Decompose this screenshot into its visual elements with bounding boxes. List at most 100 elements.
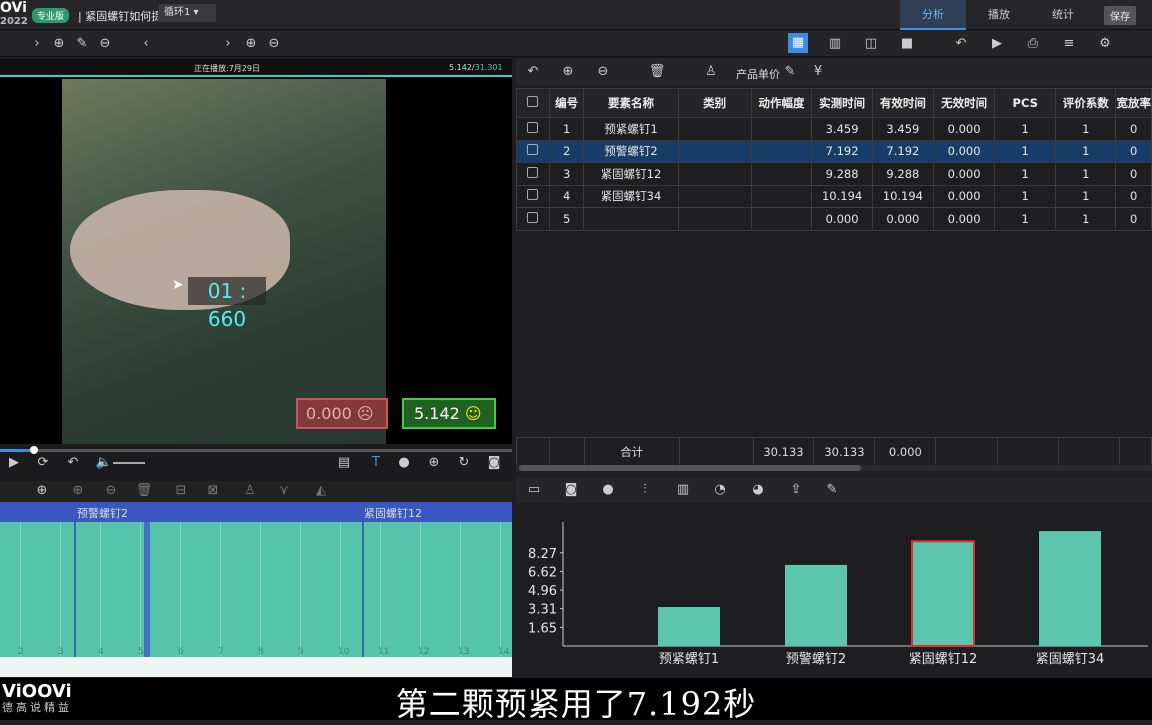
table-cell[interactable]: 0.000 bbox=[872, 207, 934, 231]
table-cell[interactable]: 0 bbox=[1115, 184, 1152, 208]
table-cell[interactable]: 0 bbox=[1115, 139, 1152, 163]
column-header[interactable]: 编号 bbox=[548, 88, 585, 118]
yen-icon[interactable]: ¥ bbox=[808, 59, 828, 85]
product-price-label[interactable]: 产品单价 bbox=[736, 66, 780, 82]
table-cell[interactable]: 0.000 bbox=[932, 162, 996, 186]
table-cell[interactable]: 1 bbox=[994, 184, 1057, 208]
horizontal-scrollbar[interactable] bbox=[516, 465, 1152, 471]
table-cell[interactable]: 7.192 bbox=[872, 139, 934, 163]
camera-icon[interactable]: ◙ bbox=[484, 450, 504, 476]
add-circle-icon[interactable]: ⊕ bbox=[68, 478, 88, 504]
table-cell[interactable] bbox=[750, 139, 813, 163]
table-cell[interactable]: 3 bbox=[548, 162, 585, 186]
upload-icon[interactable]: ⇪ bbox=[786, 477, 806, 503]
loop-select[interactable]: 循环1 ▾ bbox=[158, 4, 216, 22]
gear-icon[interactable]: ⚙ bbox=[1095, 31, 1115, 57]
table-cell[interactable]: 1 bbox=[994, 139, 1057, 163]
table-cell[interactable] bbox=[677, 184, 752, 208]
donut-chart-icon[interactable]: ◕ bbox=[748, 477, 768, 503]
table-cell[interactable] bbox=[677, 139, 752, 163]
menu-icon[interactable]: ≡ bbox=[1059, 31, 1079, 57]
column-header[interactable]: 要素名称 bbox=[583, 88, 679, 118]
table-cell[interactable]: 1 bbox=[1055, 162, 1117, 186]
timeline-scroll[interactable] bbox=[0, 657, 512, 677]
volume-slider[interactable] bbox=[113, 462, 145, 464]
table-cell[interactable]: 0 bbox=[1115, 162, 1152, 186]
bar-chart-icon[interactable]: ▥ bbox=[673, 477, 693, 503]
remove-circle-icon[interactable]: ⊖ bbox=[593, 59, 613, 85]
table-cell[interactable]: 1 bbox=[994, 207, 1057, 231]
checkbox[interactable] bbox=[527, 144, 539, 156]
table-cell[interactable] bbox=[750, 207, 813, 231]
refresh-icon[interactable]: ↻ bbox=[454, 450, 474, 476]
checkbox[interactable] bbox=[527, 189, 539, 201]
layout-grid-icon[interactable]: ▦ bbox=[788, 33, 808, 53]
minus-square-icon[interactable]: ⊟ bbox=[171, 478, 191, 504]
pen-icon[interactable]: ✎ bbox=[780, 59, 800, 85]
layout-split-icon[interactable]: ▥ bbox=[825, 31, 845, 57]
zoom-in-icon[interactable]: ⊕ bbox=[424, 450, 444, 476]
table-cell[interactable] bbox=[677, 207, 752, 231]
back-icon[interactable]: ↶ bbox=[63, 450, 83, 476]
column-header[interactable]: 类别 bbox=[677, 88, 752, 118]
timeline-label[interactable]: 紧固螺钉12 bbox=[364, 505, 422, 521]
document-icon[interactable]: ▤ bbox=[334, 450, 354, 476]
row-select-cell[interactable] bbox=[516, 162, 550, 186]
comment-icon[interactable]: ▭ bbox=[524, 477, 544, 503]
checkbox[interactable] bbox=[527, 166, 539, 178]
text-icon[interactable]: T bbox=[366, 450, 386, 476]
checkbox[interactable] bbox=[527, 121, 539, 133]
add-circle-icon[interactable]: ⊕ bbox=[49, 31, 69, 57]
close-square-icon[interactable]: ⊠ bbox=[203, 478, 223, 504]
save-button[interactable]: 保存 bbox=[1104, 6, 1136, 25]
row-select-cell[interactable] bbox=[516, 184, 550, 208]
zoom-in-icon[interactable]: ⊕ bbox=[32, 478, 52, 504]
table-cell[interactable]: 4 bbox=[548, 184, 585, 208]
table-cell[interactable]: 0.000 bbox=[932, 184, 996, 208]
layout-single-icon[interactable]: ■ bbox=[897, 31, 917, 57]
table-cell[interactable] bbox=[750, 162, 813, 186]
pie-chart-icon[interactable]: ◔ bbox=[710, 477, 730, 503]
chevron-right-icon[interactable]: › bbox=[218, 31, 238, 57]
print-icon[interactable]: ⎙ bbox=[1023, 31, 1043, 57]
microphone-icon[interactable]: ● bbox=[598, 477, 618, 503]
table-cell[interactable] bbox=[677, 117, 752, 141]
table-cell[interactable]: 1 bbox=[994, 162, 1057, 186]
tab-statistics[interactable]: 统计 bbox=[1030, 0, 1096, 30]
timeline-segment-marker[interactable] bbox=[74, 522, 76, 657]
table-row[interactable]: 3 紧固螺钉12 9.288 9.288 0.000 1 1 0 bbox=[516, 162, 1152, 186]
remove-circle-icon[interactable]: ⊖ bbox=[95, 31, 115, 57]
table-cell[interactable]: 0.000 bbox=[932, 207, 996, 231]
chevron-left-icon[interactable]: ‹ bbox=[136, 31, 156, 57]
timeline-label[interactable]: 预警螺钉2 bbox=[77, 505, 128, 521]
timeline-segment-marker[interactable] bbox=[362, 522, 364, 657]
video-icon[interactable]: ▶ bbox=[987, 31, 1007, 57]
select-all-cell[interactable] bbox=[516, 88, 550, 118]
table-row[interactable]: 5 0.000 0.000 0.000 1 1 0 bbox=[516, 207, 1152, 231]
column-header[interactable]: 无效时间 bbox=[932, 88, 996, 118]
row-select-cell[interactable] bbox=[516, 207, 550, 231]
column-header[interactable]: PCS bbox=[994, 88, 1057, 118]
column-header[interactable]: 宽放率 bbox=[1115, 88, 1152, 118]
row-select-cell[interactable] bbox=[516, 139, 550, 163]
table-cell[interactable]: 0.000 bbox=[932, 139, 996, 163]
table-cell[interactable] bbox=[677, 162, 752, 186]
chevron-right-icon[interactable]: › bbox=[27, 31, 47, 57]
table-cell[interactable] bbox=[750, 117, 813, 141]
mirror-icon[interactable]: ◭ bbox=[311, 478, 331, 504]
table-cell[interactable]: 1 bbox=[1055, 207, 1117, 231]
table-cell[interactable]: 1 bbox=[1055, 184, 1117, 208]
add-circle-icon[interactable]: ⊕ bbox=[558, 59, 578, 85]
table-cell[interactable]: 9.288 bbox=[872, 162, 934, 186]
person-icon[interactable]: ♙ bbox=[701, 59, 721, 85]
table-cell[interactable]: 0 bbox=[1115, 207, 1152, 231]
column-header[interactable]: 有效时间 bbox=[872, 88, 934, 118]
volume-icon[interactable]: 🔈 bbox=[94, 450, 114, 476]
table-cell[interactable]: 1 bbox=[1055, 117, 1117, 141]
table-cell[interactable]: 10.194 bbox=[872, 184, 934, 208]
table-cell[interactable]: 预警螺钉2 bbox=[583, 139, 679, 163]
remove-circle-icon[interactable]: ⊖ bbox=[101, 478, 121, 504]
add-circle-icon[interactable]: ⊕ bbox=[241, 31, 261, 57]
microphone-icon[interactable]: ● bbox=[394, 450, 414, 476]
undo-icon[interactable]: ↶ bbox=[951, 31, 971, 57]
